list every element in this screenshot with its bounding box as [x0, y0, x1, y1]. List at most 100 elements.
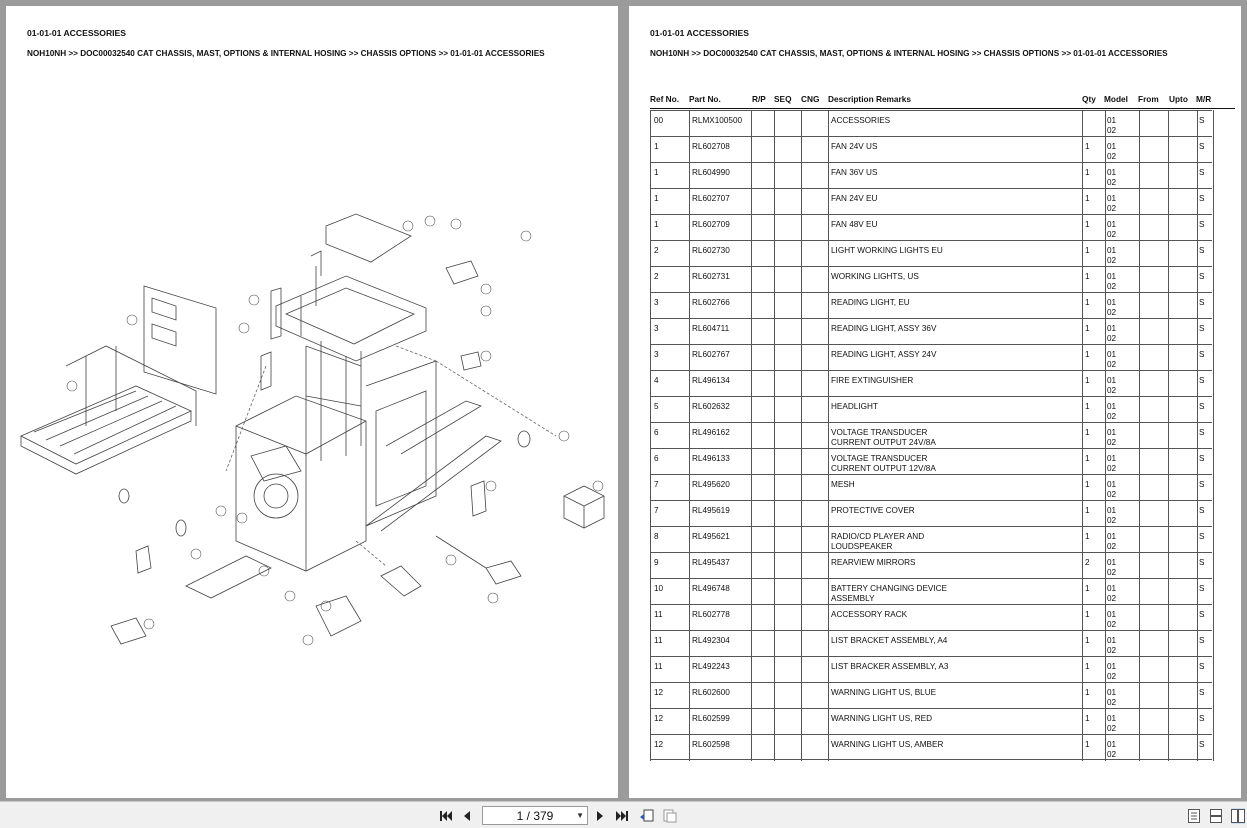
part-no-cell: RL495620 [692, 480, 730, 489]
table-column-divider [1082, 110, 1083, 761]
model-line2-cell: 02 [1107, 204, 1117, 213]
qty-cell: 1 [1085, 506, 1090, 515]
table-column-divider [1168, 110, 1169, 761]
model-cell: 01 [1107, 116, 1117, 125]
col-mr: M/R [1196, 94, 1212, 104]
next-page-icon [597, 811, 603, 821]
description-cell: ACCESSORIES [831, 116, 891, 125]
description-cell: READING LIGHT, EU [831, 298, 910, 307]
model-cell: 01 [1107, 610, 1117, 619]
description-cell: WARNING LIGHT US, AMBER [831, 740, 944, 749]
next-page-button[interactable] [591, 807, 609, 825]
model-line2-cell: 02 [1107, 672, 1117, 681]
part-no-cell: RL495619 [692, 506, 730, 515]
col-model: Model [1104, 94, 1128, 104]
model-line2-cell: 02 [1107, 230, 1117, 239]
table-column-divider [650, 110, 651, 761]
model-line2-cell: 02 [1107, 360, 1117, 369]
model-cell: 01 [1107, 428, 1117, 437]
qty-cell: 1 [1085, 428, 1090, 437]
page-title: 01-01-01 ACCESSORIES [27, 28, 127, 38]
chevron-down-icon: ▼ [576, 811, 584, 820]
page-number-select[interactable]: 1 / 379 ▼ [482, 806, 588, 825]
page-indicator: 1 / 379 [516, 808, 554, 823]
qty-cell: 1 [1085, 480, 1090, 489]
table-row: 1 RL602709 FAN 48V EU 1 01 S 02 [650, 214, 1212, 240]
last-page-button[interactable] [613, 807, 631, 825]
model-line2-cell: 02 [1107, 542, 1117, 551]
qty-cell: 1 [1085, 298, 1090, 307]
go-forward-view-button[interactable] [661, 807, 679, 825]
table-column-divider [774, 110, 775, 761]
model-line2-cell: 02 [1107, 334, 1117, 343]
ref-no-cell: 3 [654, 324, 659, 333]
description-cell: FAN 48V EU [831, 220, 878, 229]
description-cell: WORKING LIGHTS, US [831, 272, 919, 281]
description-cell: FAN 24V EU [831, 194, 878, 203]
model-line2-cell: 02 [1107, 308, 1117, 317]
mr-cell: S [1199, 376, 1205, 385]
mr-cell: S [1199, 350, 1205, 359]
ref-no-cell: 00 [654, 116, 664, 125]
small-parts [110, 260, 605, 645]
ref-no-cell: 6 [654, 454, 659, 463]
ref-no-cell: 1 [654, 220, 659, 229]
model-line2-cell: 02 [1107, 750, 1117, 759]
table-row: 7 RL495620 MESH 1 01 S 02 [650, 474, 1212, 500]
description-cell: WARNING LIGHT US, RED [831, 714, 932, 723]
qty-cell: 1 [1085, 324, 1090, 333]
part-no-cell: RL602731 [692, 272, 730, 281]
table-column-divider [689, 110, 690, 761]
part-no-cell: RL602766 [692, 298, 730, 307]
table-row: 8 RL495621 RADIO/CD PLAYER AND 1 01 S LOUDSPEA… [650, 526, 1212, 552]
description-line2-cell: ASSEMBLY [831, 594, 875, 603]
qty-cell: 1 [1085, 272, 1090, 281]
forward-view-icon [663, 809, 677, 823]
model-cell: 01 [1107, 272, 1117, 281]
description-cell: PROTECTIVE COVER [831, 506, 915, 515]
description-cell: WARNING LIGHT US, BLUE [831, 688, 937, 697]
mr-cell: S [1199, 324, 1205, 333]
model-cell: 01 [1107, 350, 1117, 359]
page-title: 01-01-01 ACCESSORIES [650, 28, 750, 38]
part-no-cell: RL602767 [692, 350, 730, 359]
mr-cell: S [1199, 584, 1205, 593]
qty-cell: 1 [1085, 454, 1090, 463]
model-line2-cell: 02 [1107, 568, 1117, 577]
qty-cell: 2 [1085, 558, 1090, 567]
model-cell: 01 [1107, 688, 1117, 697]
part-no-cell: RL496133 [692, 454, 730, 463]
first-page-icon [440, 811, 452, 821]
table-column-divider [1139, 110, 1140, 761]
two-page-view-icon[interactable] [1231, 808, 1245, 824]
mr-cell: S [1199, 480, 1205, 489]
model-cell: 01 [1107, 376, 1117, 385]
description-cell: VOLTAGE TRANSDUCER [831, 428, 928, 437]
previous-page-button[interactable] [458, 807, 476, 825]
col-ref-no: Ref No. [650, 94, 680, 104]
description-cell: REARVIEW MIRRORS [831, 558, 916, 567]
qty-cell: 1 [1085, 376, 1090, 385]
qty-cell: 1 [1085, 610, 1090, 619]
table-row: 10 RL496748 BATTERY CHANGING DEVICE 1 01 S ASS… [650, 578, 1212, 604]
single-page-view-icon[interactable] [1187, 808, 1201, 824]
model-cell: 01 [1107, 454, 1117, 463]
model-cell: 01 [1107, 194, 1117, 203]
description-cell: MESH [831, 480, 855, 489]
table-row: 11 RL602778 ACCESSORY RACK 1 01 S 02 [650, 604, 1212, 630]
part-no-cell: RL602730 [692, 246, 730, 255]
mr-cell: S [1199, 246, 1205, 255]
leader-lines [225, 345, 557, 567]
continuous-view-icon[interactable] [1209, 808, 1223, 824]
model-cell: 01 [1107, 662, 1117, 671]
ref-no-cell: 5 [654, 402, 659, 411]
qty-cell: 1 [1085, 194, 1090, 203]
mr-cell: S [1199, 740, 1205, 749]
first-page-button[interactable] [437, 807, 455, 825]
go-back-view-button[interactable] [638, 807, 656, 825]
mr-cell: S [1199, 506, 1205, 515]
part-no-cell: RLMX100500 [692, 116, 743, 125]
description-cell: BATTERY CHANGING DEVICE [831, 584, 948, 593]
platform-grid [20, 345, 197, 475]
ref-no-cell: 1 [654, 142, 659, 151]
